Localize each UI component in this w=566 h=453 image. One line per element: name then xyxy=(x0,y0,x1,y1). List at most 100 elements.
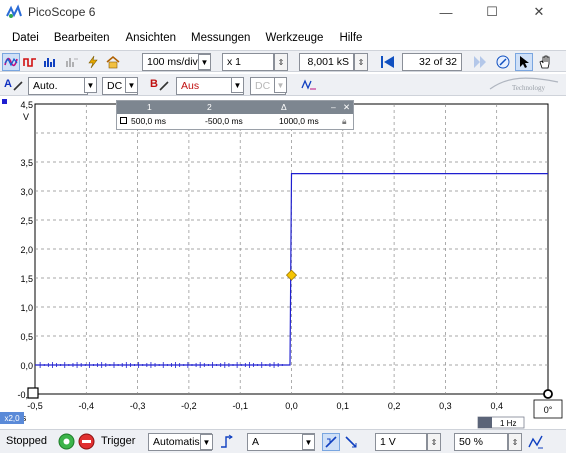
menu-hilfe[interactable]: Hilfe xyxy=(339,32,362,44)
channel-a-coupling-dropdown[interactable]: ▼ xyxy=(125,77,138,93)
ruler-legend[interactable]: 1 2 Δ – ✕ 500,0 ms -500,0 ms 1000,0 ms 🔒… xyxy=(116,100,354,130)
zoom-badge-text: x2,0 xyxy=(4,414,20,423)
pico-technology-logo-text: Technology xyxy=(512,84,545,92)
trigger-options-icon[interactable] xyxy=(528,434,544,450)
phase-indicator-text: 0° xyxy=(544,405,553,415)
start-button-icon[interactable] xyxy=(58,433,75,450)
channel-b-range-dropdown[interactable]: ▼ xyxy=(231,77,244,93)
spectrum-options-icon[interactable] xyxy=(63,53,81,71)
channel-b-label: B xyxy=(150,78,158,90)
minimize-button[interactable]: — xyxy=(423,0,469,24)
ruler-legend-minimize-icon[interactable]: – xyxy=(331,102,336,112)
ruler-header-1: 1 xyxy=(147,102,152,112)
trigger-label: Trigger xyxy=(101,435,136,447)
channel-a-axis-marker xyxy=(2,99,7,104)
channel-a-probe-icon[interactable] xyxy=(13,81,23,91)
ruler-value-delta: 1000,0 ms xyxy=(279,116,319,126)
ruler-legend-close-icon[interactable]: ✕ xyxy=(343,102,350,113)
ruler-value-1: 500,0 ms xyxy=(131,116,166,126)
ruler-header-delta: Δ xyxy=(281,102,287,112)
stop-button-icon[interactable] xyxy=(78,433,95,450)
channel-b-coupling-dropdown[interactable]: ▼ xyxy=(274,77,287,93)
spectrum-mode-icon[interactable] xyxy=(41,53,59,71)
buffer-overview-icon[interactable] xyxy=(494,53,512,71)
ruler-lock-icon[interactable]: 🔒︎ xyxy=(342,116,347,127)
ruler-header-2: 2 xyxy=(207,102,212,112)
persistence-mode-icon[interactable] xyxy=(21,53,39,71)
menu-messungen[interactable]: Messungen xyxy=(191,32,250,44)
x-tick-label: 0,2 xyxy=(388,401,401,411)
ruler-value-2: -500,0 ms xyxy=(205,116,243,126)
samples-field[interactable]: 8,001 kS xyxy=(299,53,354,71)
y-tick-label: 2,5 xyxy=(20,216,33,226)
y-tick-label: 0,5 xyxy=(20,332,33,342)
x-tick-label: -0,3 xyxy=(130,401,146,411)
samples-spinner[interactable]: ⇕ xyxy=(354,53,368,71)
window-title: PicoScope 6 xyxy=(28,5,96,19)
timebase-dropdown-arrow[interactable]: ▼ xyxy=(198,54,211,70)
next-buffer-icon[interactable] xyxy=(469,53,491,71)
y-tick-label: 0,0 xyxy=(20,361,33,371)
y-tick-label: 3,5 xyxy=(20,158,33,168)
channel-a-label: A xyxy=(4,78,12,90)
x-tick-label: -0,5 xyxy=(27,401,43,411)
frequency-badge-text: 1 Hz xyxy=(500,419,516,428)
buffer-navigator[interactable]: 32 of 32 xyxy=(402,53,462,71)
trigger-type-icon[interactable] xyxy=(220,434,238,450)
pointer-tool-icon[interactable] xyxy=(515,53,533,71)
menu-datei[interactable]: Datei xyxy=(12,32,39,44)
y-tick-label: 1,5 xyxy=(20,274,33,284)
close-button[interactable]: ✕ xyxy=(516,0,562,24)
title-bar: PicoScope 6 — ☐ ✕ xyxy=(0,0,566,24)
math-channels-icon[interactable] xyxy=(300,76,318,94)
signal-generator-icon[interactable] xyxy=(84,53,102,71)
first-buffer-icon[interactable] xyxy=(377,53,399,71)
rising-edge-icon[interactable] xyxy=(322,433,340,451)
frequency-badge-icon xyxy=(478,417,492,428)
x-tick-label: 0,4 xyxy=(490,401,503,411)
x-tick-label: -0,4 xyxy=(79,401,95,411)
menu-bar: Datei Bearbeiten Ansichten Messungen Wer… xyxy=(0,28,566,48)
run-state-label: Stopped xyxy=(6,435,47,447)
hand-tool-icon[interactable] xyxy=(536,53,554,71)
x-tick-label: 0,0 xyxy=(285,401,298,411)
x-tick-label: 0,3 xyxy=(439,401,452,411)
y-tick-label: 3,0 xyxy=(20,187,33,197)
menu-ansichten[interactable]: Ansichten xyxy=(125,32,176,44)
ruler-handle-left[interactable] xyxy=(27,387,39,399)
trigger-channel-dropdown[interactable]: ▼ xyxy=(302,434,315,450)
waveform-series xyxy=(35,173,548,366)
menu-werkzeuge[interactable]: Werkzeuge xyxy=(265,32,323,44)
y-tick-label: 1,0 xyxy=(20,303,33,313)
trigger-mode-dropdown[interactable]: ▼ xyxy=(200,434,213,450)
scope-mode-icon[interactable] xyxy=(2,53,20,71)
ruler-handle-right[interactable] xyxy=(543,389,553,399)
channel-a-range-dropdown[interactable]: ▼ xyxy=(84,77,97,93)
waveform-plot[interactable]: -0,5 -0,4 -0,3 -0,2 -0,1 0,0 0,1 0,2 0,3 0,4-0,50… xyxy=(0,96,566,429)
home-icon[interactable] xyxy=(104,53,122,71)
scope-view[interactable]: -0,5 -0,4 -0,3 -0,2 -0,1 0,0 0,1 0,2 0,3 0,4 -0,5 0… xyxy=(0,96,566,429)
maximize-button[interactable]: ☐ xyxy=(469,0,515,24)
x-tick-label: -0,1 xyxy=(232,401,248,411)
y-tick-label: 2,0 xyxy=(20,245,33,255)
channel-toolbar: A Auto. ▼ DC ▼ B Aus ▼ DC ▼ Technology xyxy=(0,74,566,96)
picoscope-app-icon xyxy=(6,4,22,18)
y-tick-label: 4,5 xyxy=(20,100,33,110)
menu-bearbeiten[interactable]: Bearbeiten xyxy=(54,32,110,44)
channel-b-probe-icon[interactable] xyxy=(159,81,169,91)
falling-edge-icon[interactable] xyxy=(342,433,360,451)
pretrigger-spinner[interactable]: ⇕ xyxy=(508,433,522,451)
main-toolbar: 100 ms/div ▼ x 1 ⇕ 8,001 kS ⇕ 32 of 32 xyxy=(0,50,566,72)
x-tick-label: 0,1 xyxy=(337,401,350,411)
channel-a-range-select[interactable]: Auto. xyxy=(28,77,88,95)
trigger-marker[interactable] xyxy=(285,269,298,281)
y-axis-unit-label: V xyxy=(23,112,29,122)
pretrigger-field[interactable]: 50 % xyxy=(454,433,508,451)
status-bar: Stopped Trigger Automatis ▼ A ▼ 1 V ⇕ 50… xyxy=(0,429,566,453)
zoom-spinner[interactable]: ⇕ xyxy=(274,53,288,71)
threshold-spinner[interactable]: ⇕ xyxy=(427,433,441,451)
x-tick-label: -0,2 xyxy=(181,401,197,411)
trigger-threshold-field[interactable]: 1 V xyxy=(375,433,427,451)
zoom-factor-field[interactable]: x 1 xyxy=(222,53,274,71)
ruler-legend-header: 1 2 Δ – ✕ xyxy=(117,101,353,114)
